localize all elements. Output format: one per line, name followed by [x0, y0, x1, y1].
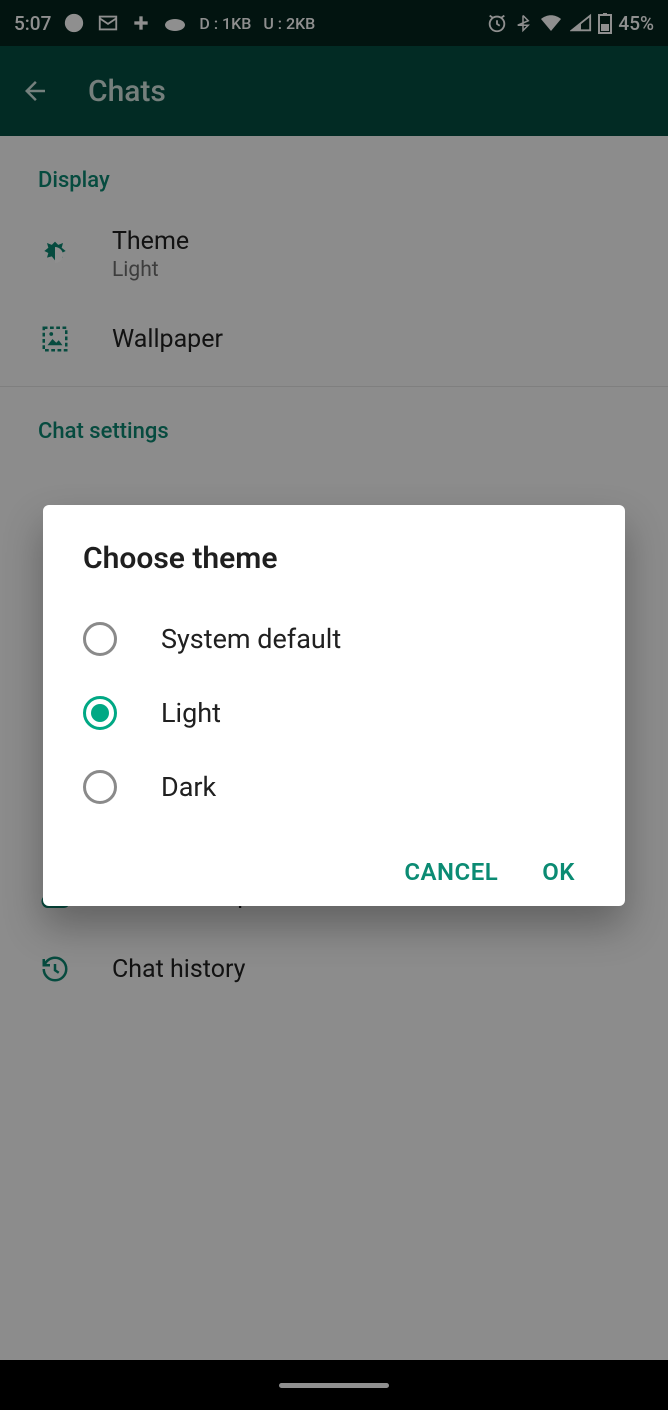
radio-system-default[interactable]: System default	[83, 602, 585, 676]
dialog-scrim[interactable]: Choose theme System default Light Dark C…	[0, 0, 668, 1410]
radio-dark[interactable]: Dark	[83, 750, 585, 824]
dialog-title: Choose theme	[83, 541, 585, 576]
radio-light[interactable]: Light	[83, 676, 585, 750]
radio-label: Dark	[161, 771, 216, 803]
radio-icon-selected	[83, 696, 117, 730]
cancel-button[interactable]: CANCEL	[404, 858, 498, 886]
radio-icon	[83, 622, 117, 656]
radio-icon	[83, 770, 117, 804]
radio-label: Light	[161, 697, 221, 729]
ok-button[interactable]: OK	[542, 858, 575, 886]
radio-label: System default	[161, 623, 341, 655]
theme-dialog: Choose theme System default Light Dark C…	[43, 505, 625, 906]
